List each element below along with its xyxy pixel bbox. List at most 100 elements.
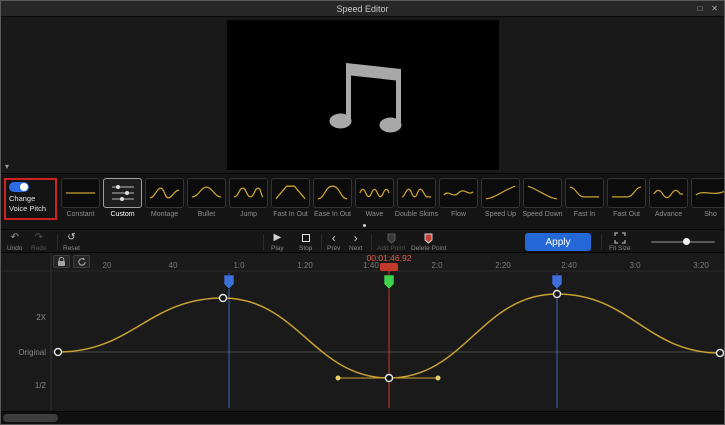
curve-svg[interactable]: 20401:01:201:402:02:202:403:03:202XOrigi… [1,253,724,411]
snap-button[interactable] [73,255,90,268]
preset-label: Custom [110,211,134,218]
zoom-slider[interactable] [651,230,715,254]
voice-pitch-box: Change Voice Pitch [4,178,57,220]
preset-label: Wave [366,211,384,218]
preset-label: Montage [151,211,178,218]
delete-point-button[interactable]: Delete Point [411,232,446,252]
preset-thumb [439,178,478,208]
window-controls: □ ✕ [697,1,718,17]
ruler-label: 2:40 [561,261,577,270]
preset-jump[interactable]: Jump [229,178,268,228]
preset-thumb [691,178,724,208]
preset-montage[interactable]: Montage [145,178,184,228]
preset-wave[interactable]: Wave [355,178,394,228]
next-button[interactable]: › Next [349,232,362,252]
preset-shot[interactable]: Sho [691,178,724,228]
collapse-caret-icon[interactable]: ▾ [5,162,9,171]
preset-label: Ease In Out [314,211,351,218]
green-marker[interactable] [384,275,394,289]
preset-thumb [229,178,268,208]
apply-button[interactable]: Apply [525,233,591,251]
preset-ease-in-out[interactable]: Ease In Out [313,178,352,228]
next-label: Next [349,245,362,252]
preset-label: Flow [451,211,466,218]
preset-advance[interactable]: Advance [649,178,688,228]
keyframe-point[interactable] [554,291,561,298]
play-icon: ▶ [273,232,281,244]
preset-thumb [61,178,100,208]
preset-flow[interactable]: Flow [439,178,478,228]
preset-thumb [187,178,226,208]
close-icon[interactable]: ✕ [711,5,718,13]
delete-point-label: Delete Point [411,245,446,252]
redo-button[interactable]: ↷ Redo [31,232,47,252]
play-button[interactable]: ▶ Play [271,232,284,252]
preset-bullet[interactable]: Bullet [187,178,226,228]
maximize-icon[interactable]: □ [697,5,702,13]
next-icon: › [354,232,358,244]
preset-thumb [355,178,394,208]
preset-label: Fast In [574,211,595,218]
playhead-grip[interactable] [380,263,398,271]
preset-speed-down[interactable]: Speed Down [523,178,562,228]
speed-axis-label: 2X [36,313,46,322]
undo-button[interactable]: ↶ Undo [7,232,23,252]
presets-row: Change Voice Pitch Constant Custom Montage… [1,173,724,229]
ruler-label: 40 [169,261,178,270]
prev-button[interactable]: ‹ Prev [327,232,340,252]
speed-editor-window: Speed Editor □ ✕ ▾ Change Voice Pitch Co… [0,0,725,425]
ruler-label: 2:0 [431,261,443,270]
video-frame [227,20,499,170]
toolbar-separator [321,234,322,250]
circular-arrow-icon [77,257,87,267]
fit-size-button[interactable]: Fit Size [609,232,631,252]
keyframe-point[interactable] [386,375,393,382]
delete-point-icon [424,232,433,244]
fit-size-icon [614,232,626,244]
timeline-scrollbar[interactable] [1,411,724,424]
undo-label: Undo [7,245,23,252]
preset-thumb [565,178,604,208]
reset-button[interactable]: ↺ Reset [63,232,80,252]
preset-speed-up[interactable]: Speed Up [481,178,520,228]
lock-button[interactable] [53,255,70,268]
stop-icon [302,232,310,244]
ruler-label: 3:20 [693,261,709,270]
toggle-knob [20,183,28,191]
preset-thumb [145,178,184,208]
ruler-label: 1:0 [233,261,245,270]
add-point-icon [387,232,396,244]
ruler-label: 1:20 [297,261,313,270]
keyframe-point[interactable] [220,295,227,302]
preset-custom[interactable]: Custom [103,178,142,228]
curve-editor: 20401:01:201:402:02:202:403:03:202XOrigi… [1,253,724,411]
blue-marker[interactable] [552,275,562,289]
bezier-handle-point[interactable] [336,376,341,381]
blue-marker[interactable] [224,275,234,289]
stop-button[interactable]: Stop [299,232,312,252]
keyframe-point[interactable] [717,350,724,357]
preset-label: Fast Out [613,211,640,218]
preset-fast-in-out[interactable]: Fast In Out [271,178,310,228]
preset-label: Fast In Out [273,211,308,218]
preset-label: Jump [240,211,257,218]
keyframe-point[interactable] [55,349,62,356]
preset-label: Speed Down [522,211,562,218]
bezier-handle-point[interactable] [436,376,441,381]
voice-pitch-toggle[interactable] [9,182,29,192]
preset-fast-out[interactable]: Fast Out [607,178,646,228]
preset-fast-in[interactable]: Fast In [565,178,604,228]
preset-label: Sho [704,211,716,218]
preset-thumb [313,178,352,208]
zoom-slider-knob[interactable] [683,238,690,245]
preset-double-skims[interactable]: Double Skims [397,178,436,228]
music-note-icon [315,55,411,135]
preset-label: Double Skims [395,211,438,218]
add-point-button[interactable]: Add Point [377,232,405,252]
preset-constant[interactable]: Constant [61,178,100,228]
scrollbar-thumb[interactable] [3,414,58,422]
preset-label: Bullet [198,211,216,218]
preset-thumb [649,178,688,208]
titlebar: Speed Editor □ ✕ [1,1,724,17]
toolbar-separator [371,234,372,250]
